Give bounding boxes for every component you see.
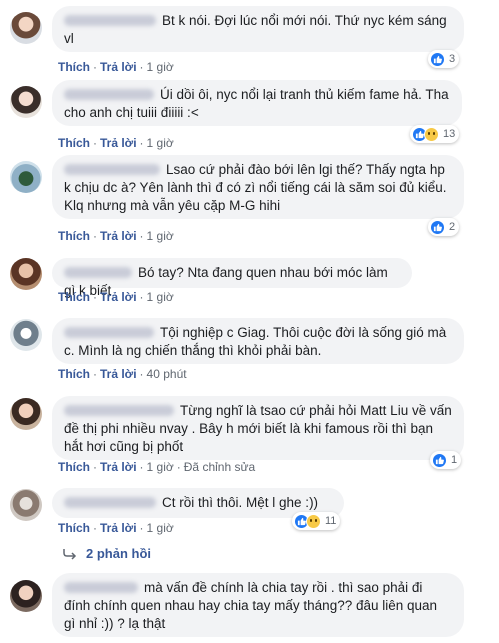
reply-link[interactable]: Trả lời — [100, 290, 137, 304]
replies-count-label: 2 phản hồi — [86, 546, 151, 561]
reaction-count: 1 — [451, 454, 458, 466]
comment-bubble: Lsao cứ phải đào bới lên lgi thế? Thấy n… — [52, 155, 464, 219]
comment-bubble: mà vấn đề chính là chia tay rồi . thì sa… — [52, 573, 464, 637]
timestamp[interactable]: 1 giờ — [147, 460, 174, 474]
comment-bubble: Bt k nói. Đợi lúc nổi mới nói. Thứ nyc k… — [52, 6, 464, 52]
commenter-name[interactable] — [64, 89, 154, 100]
sad-reaction-icon — [306, 513, 321, 529]
timestamp[interactable]: 1 giờ — [147, 229, 174, 243]
reply-link[interactable]: Trả lời — [100, 460, 137, 474]
like-reaction-icon — [430, 51, 445, 67]
sad-reaction-icon — [424, 126, 439, 142]
commenter-name[interactable] — [64, 582, 138, 593]
commenter-name[interactable] — [64, 267, 132, 278]
comment-actions: Thích · Trả lời · 1 giờ — [58, 229, 174, 243]
like-link[interactable]: Thích — [58, 229, 90, 243]
reaction-summary[interactable]: 13 — [410, 125, 460, 143]
commenter-name[interactable] — [64, 15, 156, 26]
timestamp[interactable]: 1 giờ — [147, 60, 174, 74]
reaction-count: 2 — [449, 221, 456, 233]
like-link[interactable]: Thích — [58, 521, 90, 535]
timestamp[interactable]: 1 giờ — [147, 136, 174, 150]
reaction-count: 3 — [449, 53, 456, 65]
reaction-summary[interactable]: 1 — [430, 451, 462, 469]
timestamp[interactable]: 1 giờ — [147, 521, 174, 535]
reaction-summary[interactable]: 3 — [428, 50, 460, 68]
reply-arrow-icon — [63, 548, 77, 560]
commenter-name[interactable] — [64, 497, 156, 508]
comment-actions: Thích · Trả lời · 1 giờ — [58, 290, 174, 304]
like-reaction-icon — [432, 452, 447, 468]
avatar[interactable] — [10, 489, 42, 521]
avatar[interactable] — [10, 161, 42, 193]
reaction-count: 13 — [443, 128, 456, 140]
timestamp[interactable]: 40 phút — [147, 367, 187, 381]
like-link[interactable]: Thích — [58, 460, 90, 474]
comment-actions: Thích · Trả lời · 1 giờ · Đã chỉnh sửa — [58, 460, 256, 474]
reply-link[interactable]: Trả lời — [100, 60, 137, 74]
like-link[interactable]: Thích — [58, 367, 90, 381]
avatar[interactable] — [10, 398, 42, 430]
like-link[interactable]: Thích — [58, 60, 90, 74]
commenter-name[interactable] — [64, 164, 160, 175]
commenter-name[interactable] — [64, 405, 174, 416]
comment-text: Ct rồi thì thôi. Mệt l ghe :)) — [162, 495, 319, 510]
comment-actions: Thích · Trả lời · 1 giờ — [58, 521, 174, 535]
reaction-count: 11 — [325, 515, 337, 527]
timestamp[interactable]: 1 giờ — [147, 290, 174, 304]
comment-actions: Thích · Trả lời · 1 giờ — [58, 136, 174, 150]
like-link[interactable]: Thích — [58, 290, 90, 304]
comment-bubble: Từng nghĩ là tsao cứ phải hỏi Matt Liu v… — [52, 396, 464, 460]
commenter-name[interactable] — [64, 327, 154, 338]
comment-bubble: Tội nghiệp c Giag. Thôi cuộc đời là sống… — [52, 318, 464, 364]
reaction-summary[interactable]: 2 — [428, 218, 460, 236]
reply-link[interactable]: Trả lời — [100, 136, 137, 150]
view-replies-link[interactable]: 2 phản hồi — [62, 546, 151, 561]
avatar[interactable] — [10, 319, 42, 351]
avatar[interactable] — [10, 580, 42, 612]
reply-link[interactable]: Trả lời — [100, 367, 137, 381]
like-link[interactable]: Thích — [58, 136, 90, 150]
reaction-summary[interactable]: 11 — [292, 512, 341, 530]
reply-link[interactable]: Trả lời — [100, 229, 137, 243]
comment-bubble: Bó tay? Nta đang quen nhau bới móc làm g… — [52, 258, 412, 298]
avatar[interactable] — [10, 12, 42, 44]
comment-bubble: Úi dồi ôi, nyc nổi lại tranh thủ kiếm fa… — [52, 80, 462, 126]
avatar[interactable] — [10, 86, 42, 118]
edited-label[interactable]: Đã chỉnh sửa — [184, 460, 255, 474]
comment-actions: Thích · Trả lời · 1 giờ — [58, 60, 174, 74]
like-reaction-icon — [430, 219, 445, 235]
avatar[interactable] — [10, 258, 42, 290]
comment-actions: Thích · Trả lời · 40 phút — [58, 367, 187, 381]
reply-link[interactable]: Trả lời — [100, 521, 137, 535]
